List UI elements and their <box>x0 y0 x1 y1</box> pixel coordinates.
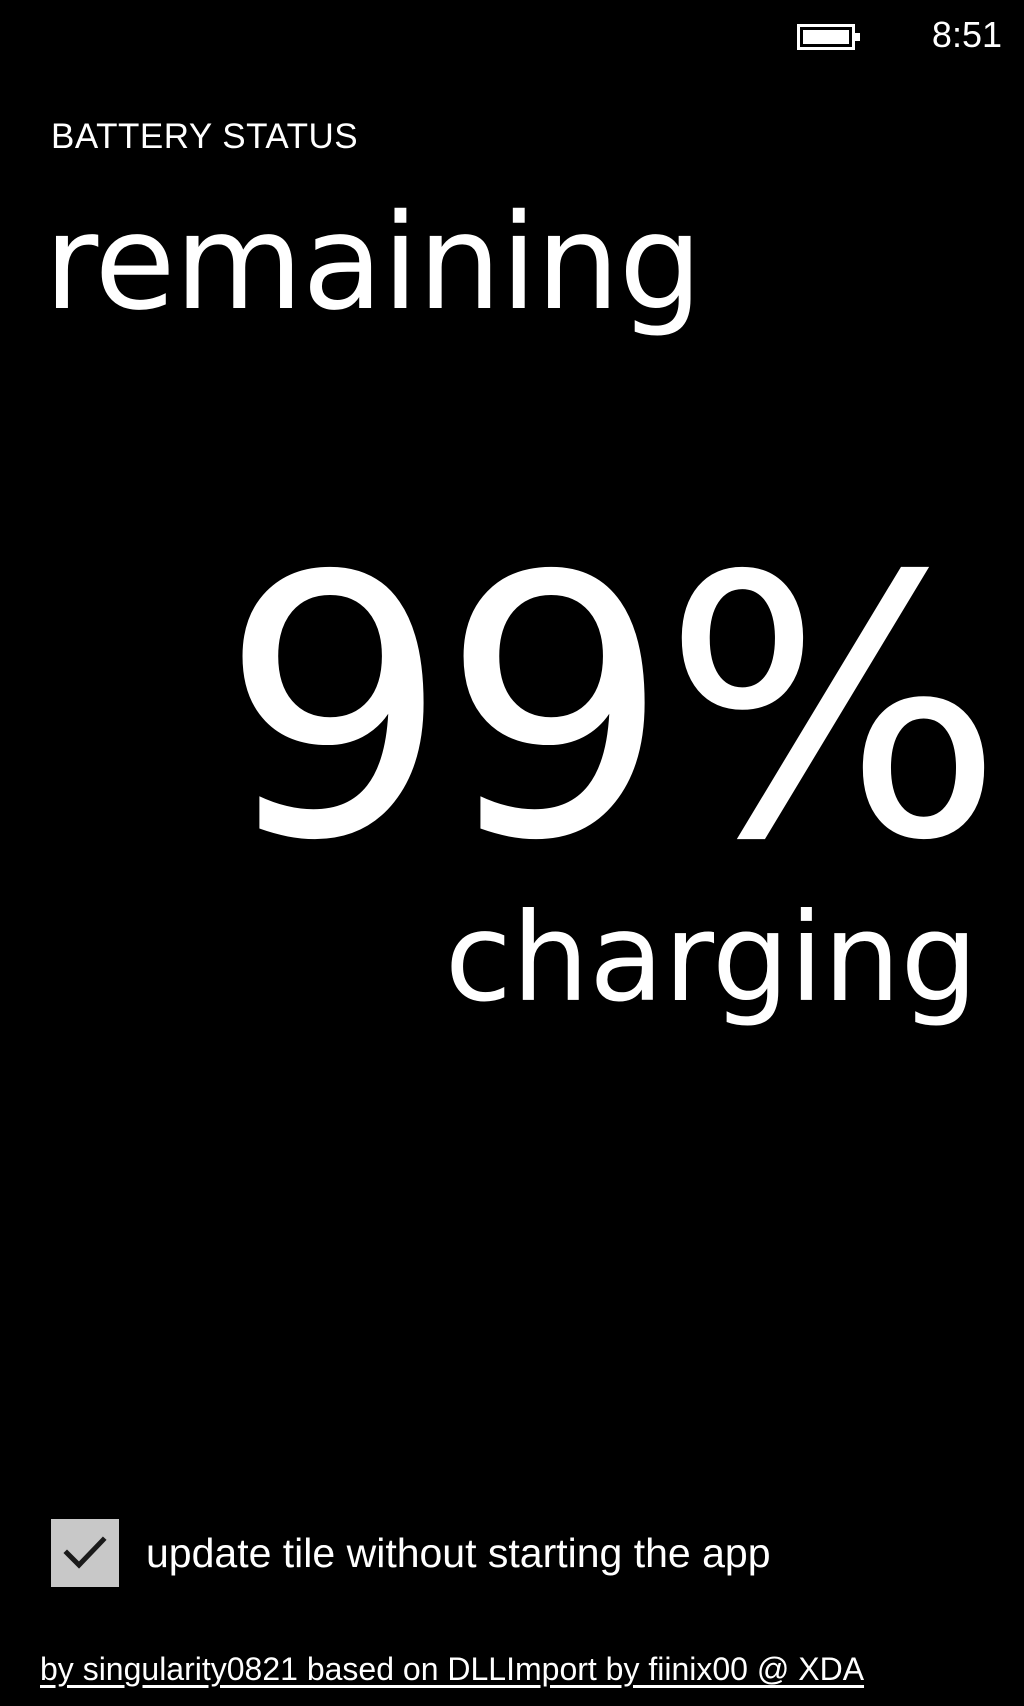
checkmark-icon <box>63 1536 107 1569</box>
update-tile-label[interactable]: update tile without starting the app <box>146 1528 771 1578</box>
credits-link[interactable]: by singularity0821 based on DLLImport by… <box>40 1650 864 1688</box>
update-tile-option[interactable]: update tile without starting the app <box>51 1518 771 1588</box>
battery-icon <box>797 24 860 50</box>
app-title: BATTERY STATUS <box>51 117 359 156</box>
page-title: remaining <box>44 186 703 340</box>
status-bar: 8:51 <box>0 0 1024 72</box>
status-clock: 8:51 <box>931 14 1002 55</box>
battery-percent: 99% <box>219 500 1004 919</box>
charging-state: charging <box>444 887 978 1029</box>
update-tile-checkbox[interactable] <box>51 1519 119 1587</box>
